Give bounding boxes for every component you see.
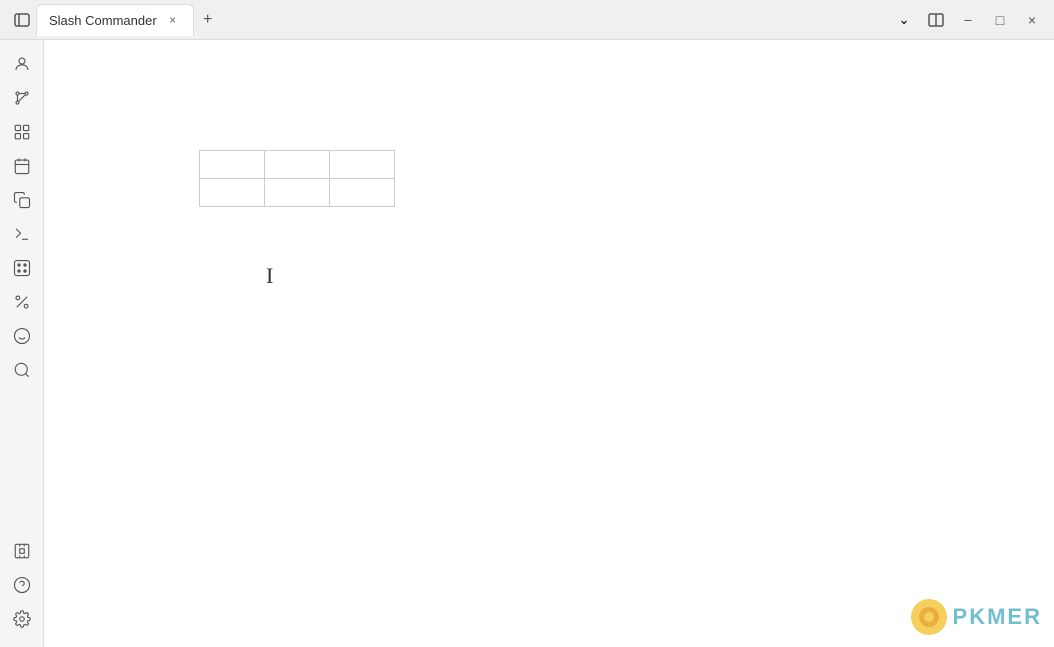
sidebar-item-plugin[interactable] xyxy=(6,535,38,567)
title-bar-left xyxy=(8,6,36,34)
table-cell xyxy=(265,151,330,179)
table-cell xyxy=(330,151,395,179)
sidebar-item-help[interactable] xyxy=(6,569,38,601)
sidebar xyxy=(0,40,44,647)
table-cell xyxy=(200,151,265,179)
sidebar-item-calendar[interactable] xyxy=(6,150,38,182)
new-tab-button[interactable]: + xyxy=(194,6,222,34)
sidebar-item-fork[interactable] xyxy=(6,82,38,114)
split-view-button[interactable] xyxy=(922,6,950,34)
sidebar-item-settings[interactable] xyxy=(6,603,38,635)
table-cell xyxy=(265,179,330,207)
sidebar-item-emoji[interactable] xyxy=(6,320,38,352)
pkmer-text: PKMER xyxy=(953,604,1042,630)
sidebar-item-grid[interactable] xyxy=(6,116,38,148)
sidebar-item-terminal[interactable] xyxy=(6,218,38,250)
minimize-button[interactable]: − xyxy=(954,6,982,34)
tab-slash-commander[interactable]: Slash Commander × xyxy=(36,4,194,36)
sidebar-item-dice[interactable] xyxy=(6,252,38,284)
text-cursor: I xyxy=(266,265,273,287)
sidebar-item-percent[interactable] xyxy=(6,286,38,318)
tab-area: Slash Commander × + xyxy=(36,4,890,36)
sidebar-bottom xyxy=(6,535,38,639)
sidebar-item-user[interactable] xyxy=(6,48,38,80)
table-cell xyxy=(200,179,265,207)
table-row xyxy=(200,151,395,179)
title-bar: Slash Commander × + ⌄ − □ × xyxy=(0,0,1054,40)
main-area: I PKMER xyxy=(0,40,1054,647)
table-row xyxy=(200,179,395,207)
chevron-down-button[interactable]: ⌄ xyxy=(890,6,918,34)
table-cell xyxy=(330,179,395,207)
pkmer-logo xyxy=(911,599,947,635)
table-container xyxy=(199,150,395,207)
content-table xyxy=(199,150,395,207)
sidebar-toggle-button[interactable] xyxy=(8,6,36,34)
tab-title: Slash Commander xyxy=(49,13,157,28)
sidebar-item-search[interactable] xyxy=(6,354,38,386)
content-area[interactable]: I PKMER xyxy=(44,40,1054,647)
title-bar-right: ⌄ − □ × xyxy=(890,6,1046,34)
maximize-button[interactable]: □ xyxy=(986,6,1014,34)
tab-close-button[interactable]: × xyxy=(165,12,181,28)
pkmer-watermark: PKMER xyxy=(911,599,1042,635)
close-button[interactable]: × xyxy=(1018,6,1046,34)
sidebar-item-copy[interactable] xyxy=(6,184,38,216)
